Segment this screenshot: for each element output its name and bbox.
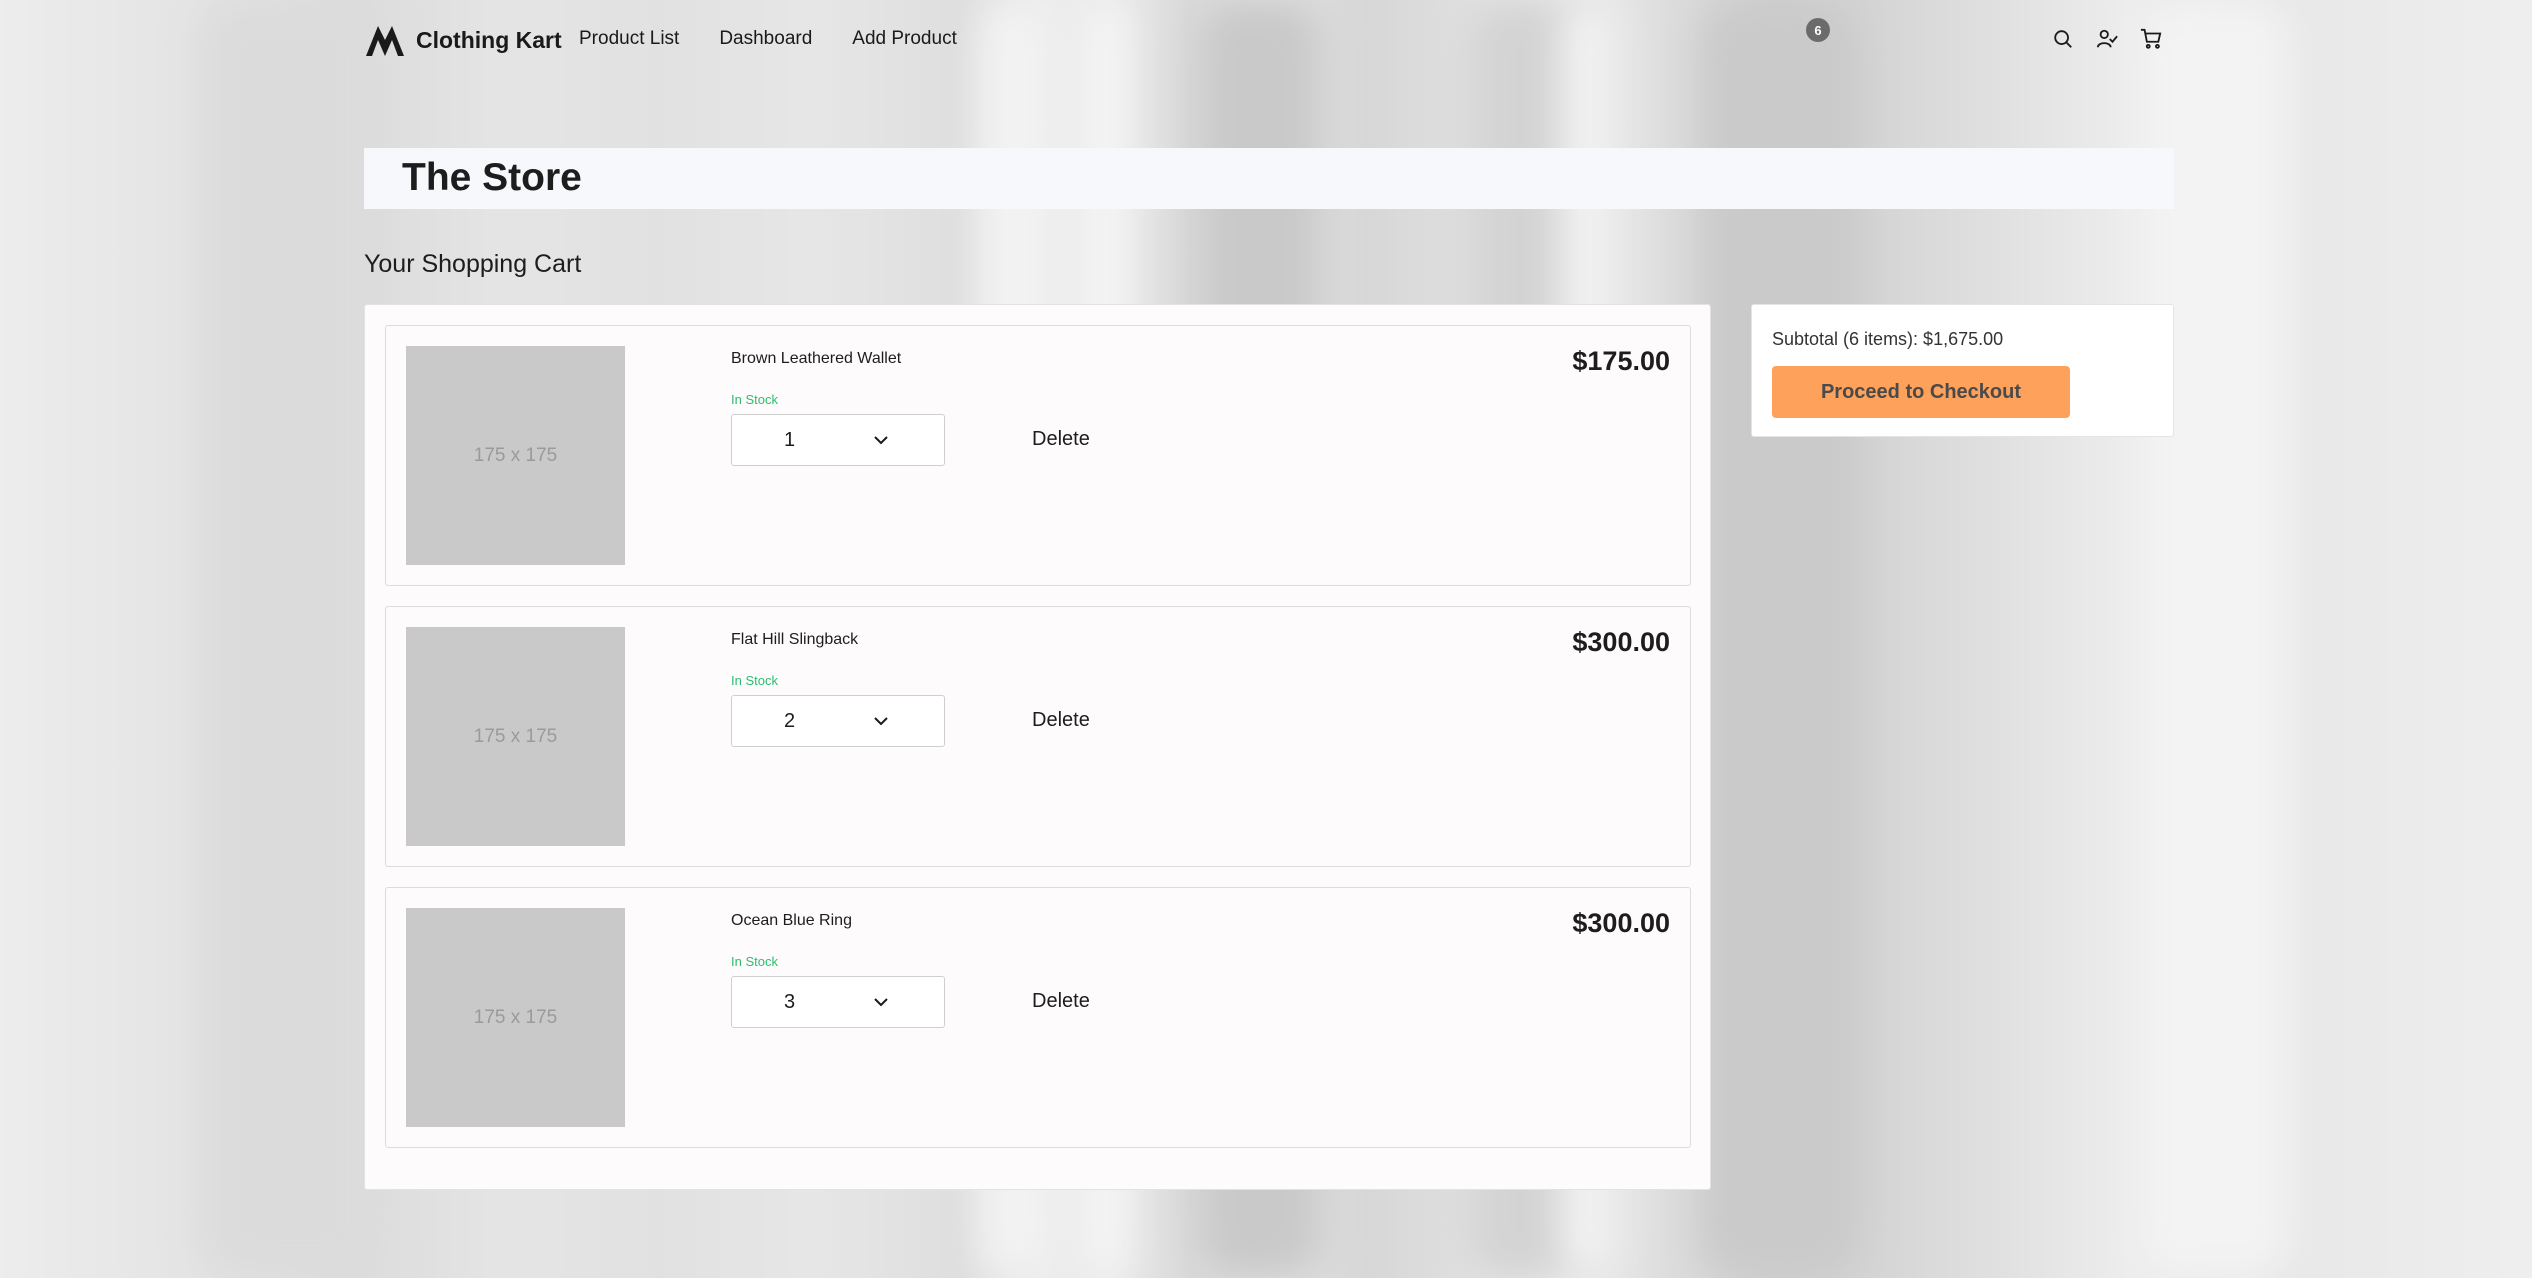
- quantity-select[interactable]: 3: [731, 976, 945, 1028]
- cart-items-panel: 175 x 175 Brown Leathered Wallet In Stoc…: [364, 304, 1711, 1190]
- quantity-value: 1: [784, 429, 796, 451]
- delete-button[interactable]: Delete: [1032, 709, 1090, 732]
- top-navbar: Clothing Kart Product List Dashboard Add…: [364, 0, 2194, 80]
- header-icons: [2052, 28, 2162, 50]
- product-name[interactable]: Brown Leathered Wallet: [731, 350, 901, 368]
- delete-button[interactable]: Delete: [1032, 990, 1090, 1013]
- stock-status: In Stock: [731, 392, 778, 407]
- brand-logo[interactable]: Clothing Kart: [364, 22, 562, 58]
- product-name[interactable]: Ocean Blue Ring: [731, 912, 852, 930]
- nav-add-product[interactable]: Add Product: [852, 28, 957, 50]
- page-title: The Store: [402, 156, 582, 199]
- chevron-down-icon: [874, 998, 888, 1007]
- stock-status: In Stock: [731, 954, 778, 969]
- main-nav: Product List Dashboard Add Product: [579, 28, 957, 50]
- product-image-placeholder: 175 x 175: [406, 627, 625, 846]
- store-banner: The Store: [364, 148, 2174, 209]
- product-price: $175.00: [1572, 346, 1670, 376]
- user-check-icon[interactable]: [2096, 28, 2118, 50]
- quantity-select[interactable]: 1: [731, 414, 945, 466]
- brand-name: Clothing Kart: [416, 26, 562, 53]
- cart-item: 175 x 175 Brown Leathered Wallet In Stoc…: [385, 325, 1691, 586]
- order-summary: Subtotal (6 items): $1,675.00 Proceed to…: [1751, 304, 2174, 437]
- checkout-button[interactable]: Proceed to Checkout: [1772, 366, 2070, 418]
- quantity-value: 3: [784, 991, 796, 1013]
- delete-button[interactable]: Delete: [1032, 428, 1090, 451]
- cart-heading: Your Shopping Cart: [364, 250, 582, 278]
- nav-dashboard[interactable]: Dashboard: [719, 28, 812, 50]
- product-image-placeholder: 175 x 175: [406, 346, 625, 565]
- cart-item: 175 x 175 Flat Hill Slingback In Stock 2…: [385, 606, 1691, 867]
- product-name[interactable]: Flat Hill Slingback: [731, 631, 858, 649]
- quantity-value: 2: [784, 710, 796, 732]
- brand-mark-icon: [366, 26, 404, 56]
- product-price: $300.00: [1572, 908, 1670, 938]
- nav-product-list[interactable]: Product List: [579, 28, 679, 50]
- cart-count-badge: 6: [1806, 18, 1830, 42]
- product-image-placeholder: 175 x 175: [406, 908, 625, 1127]
- chevron-down-icon: [874, 436, 888, 445]
- product-price: $300.00: [1572, 627, 1670, 657]
- cart-item: 175 x 175 Ocean Blue Ring In Stock 3 Del…: [385, 887, 1691, 1148]
- quantity-select[interactable]: 2: [731, 695, 945, 747]
- subtotal-text: Subtotal (6 items): $1,675.00: [1772, 329, 2004, 349]
- search-icon[interactable]: [2052, 28, 2074, 50]
- chevron-down-icon: [874, 717, 888, 726]
- cart-icon[interactable]: [2140, 28, 2162, 50]
- stock-status: In Stock: [731, 673, 778, 688]
